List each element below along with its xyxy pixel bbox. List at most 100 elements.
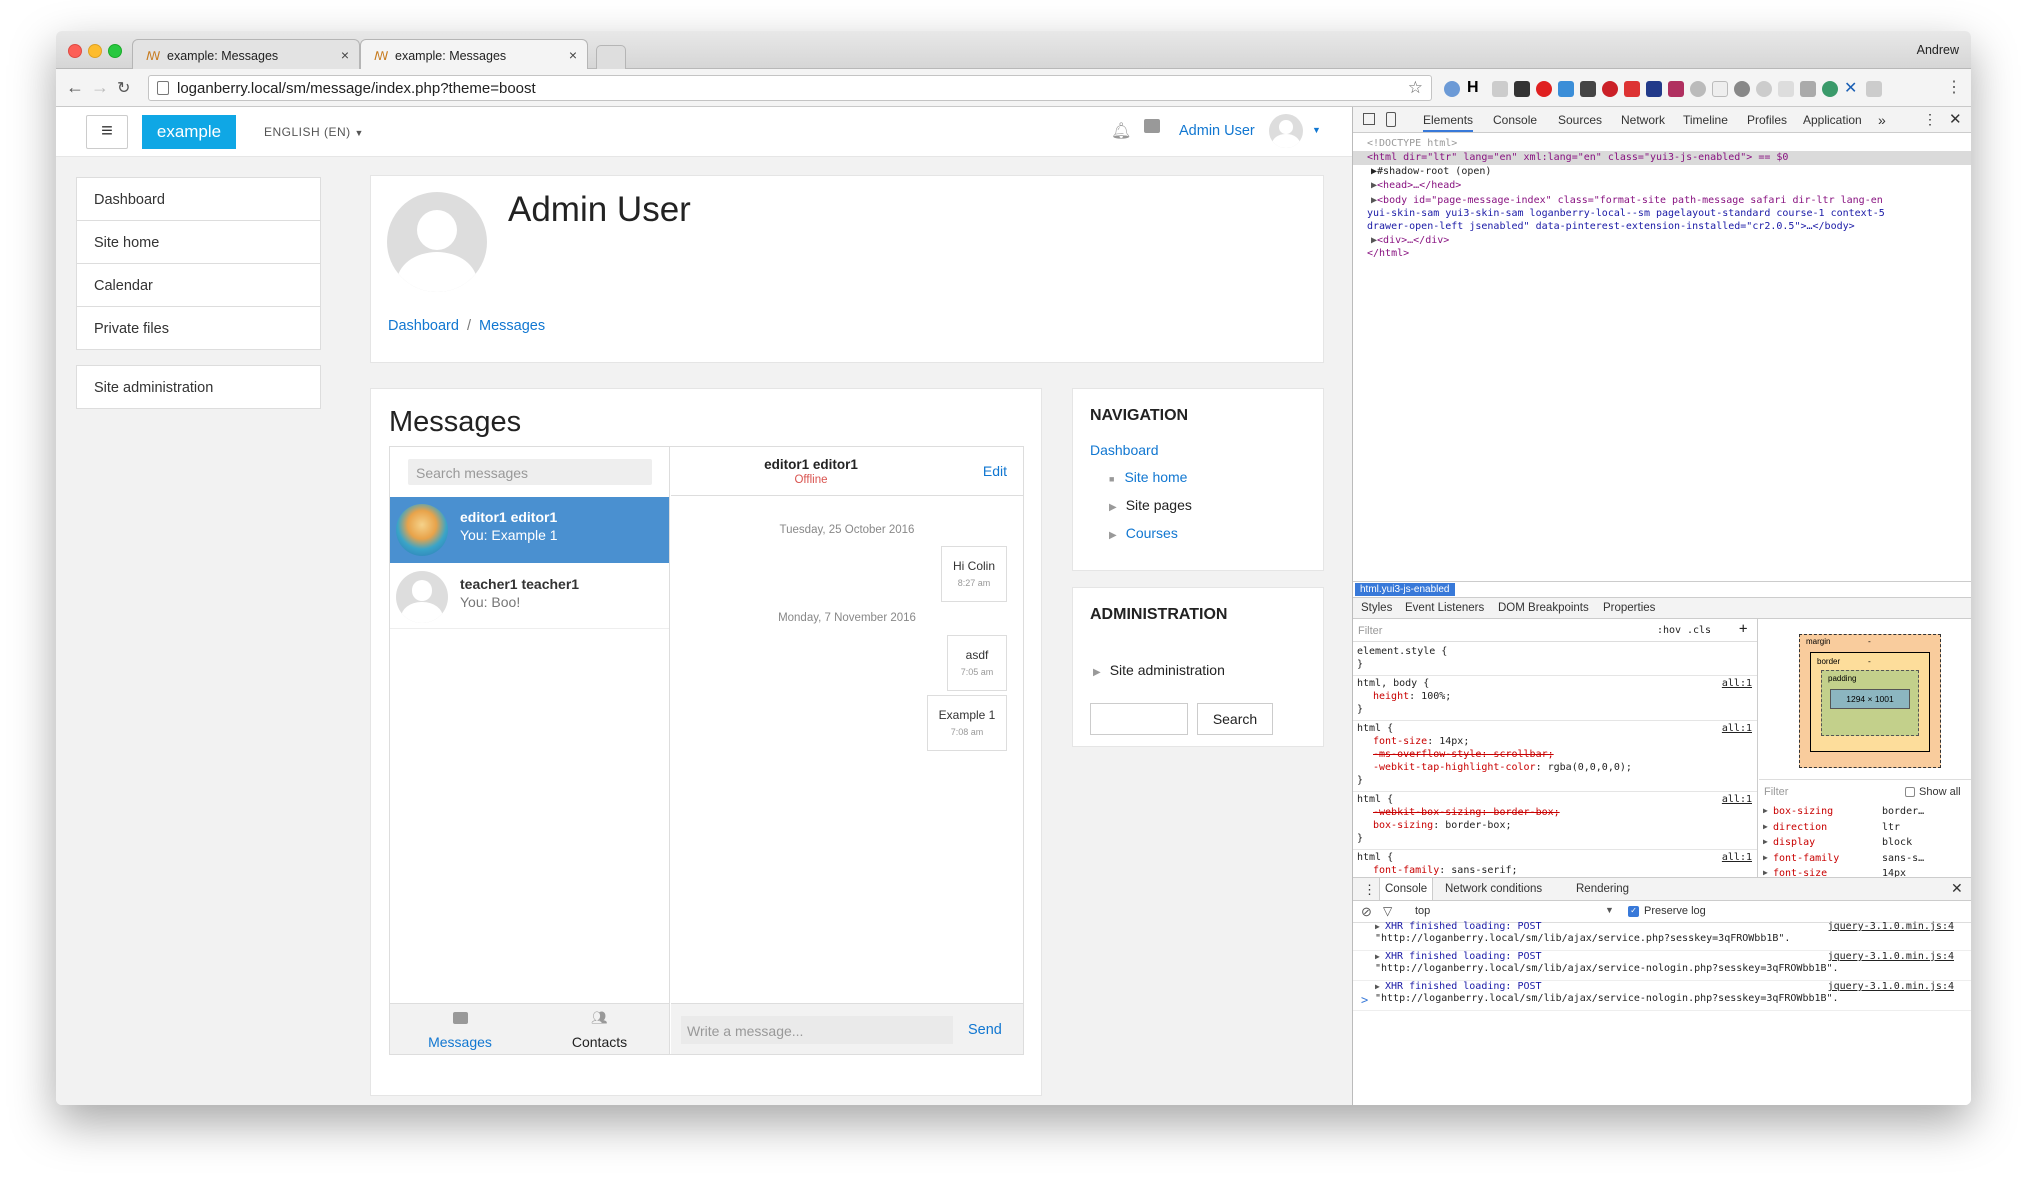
extension-icon[interactable] — [1444, 81, 1460, 97]
extension-icon[interactable] — [1558, 81, 1574, 97]
extension-icon[interactable] — [1822, 81, 1838, 97]
page-info-icon[interactable] — [157, 81, 169, 95]
rule-selector[interactable]: html { — [1357, 852, 1393, 863]
browser-tab[interactable]: ꟿ example: Messages × — [132, 39, 360, 69]
drawer-close-icon[interactable]: ✕ — [1951, 880, 1963, 897]
console-url[interactable]: "http://loganberry.local/sm/lib/ajax/ser… — [1375, 963, 1839, 974]
extension-icon[interactable] — [1492, 81, 1508, 97]
expand-arrow-icon[interactable]: ▶ — [1375, 952, 1380, 961]
tab-event-listeners[interactable]: Event Listeners — [1405, 602, 1484, 614]
extension-icon[interactable] — [1756, 81, 1772, 97]
preserve-log-checkbox[interactable]: ✓ — [1628, 906, 1639, 917]
breadcrumb-messages[interactable]: Messages — [479, 318, 545, 334]
drawer-tab-network-conditions[interactable]: Network conditions — [1445, 883, 1542, 895]
notifications-bell-icon[interactable]: 🔔︎ — [1111, 121, 1131, 141]
tab-timeline[interactable]: Timeline — [1683, 113, 1728, 127]
dom-breadcrumb-item[interactable]: html.yui3-js-enabled — [1355, 583, 1455, 596]
conversation-item[interactable]: teacher1 teacher1 You: Boo! — [390, 563, 669, 629]
console-url[interactable]: "http://loganberry.local/sm/lib/ajax/ser… — [1375, 933, 1790, 944]
devtools-menu-icon[interactable]: ⋮ — [1923, 111, 1937, 128]
sidebar-item-site-administration[interactable]: Site administration — [76, 365, 321, 409]
dom-body[interactable]: ▶<body id="page-message-index" class="fo… — [1371, 195, 1883, 206]
computed-row[interactable]: ▶ direction ltr — [1759, 821, 1971, 836]
extension-icon[interactable] — [1690, 81, 1706, 97]
rule-selector[interactable]: html { — [1357, 723, 1393, 734]
sidebar-item-dashboard[interactable]: Dashboard — [76, 177, 321, 221]
computed-row[interactable]: ▶ font-family sans-s… — [1759, 852, 1971, 867]
extension-icon[interactable] — [1668, 81, 1684, 97]
extension-icon[interactable] — [1712, 81, 1728, 97]
tab-application[interactable]: Application — [1803, 113, 1862, 127]
rule-selector[interactable]: html { — [1357, 794, 1393, 805]
user-menu-name[interactable]: Admin User — [1179, 123, 1255, 139]
message-input[interactable]: Write a message... — [681, 1016, 953, 1044]
hov-toggle[interactable]: :hov — [1657, 625, 1681, 636]
style-declaration[interactable]: height: 100%; — [1373, 691, 1451, 702]
style-declaration[interactable]: font-size: 14px; — [1373, 736, 1469, 747]
console-source[interactable]: jquery-3.1.0.min.js:4 — [1828, 981, 1954, 992]
expand-arrow-icon[interactable]: ▶ — [1375, 982, 1380, 991]
extension-icon[interactable] — [1734, 81, 1750, 97]
search-messages-input[interactable]: Search messages — [408, 459, 652, 485]
style-declaration[interactable]: -webkit-box-sizing: border-box; — [1373, 807, 1560, 818]
breadcrumb-dashboard[interactable]: Dashboard — [388, 318, 459, 334]
close-window-icon[interactable] — [68, 44, 82, 58]
sidebar-item-calendar[interactable]: Calendar — [76, 263, 321, 307]
device-toolbar-icon[interactable] — [1386, 112, 1396, 127]
style-declaration[interactable]: font-family: sans-serif; — [1373, 865, 1518, 876]
admin-search-button[interactable]: Search — [1197, 703, 1273, 735]
admin-site-administration[interactable]: ▶ Site administration — [1093, 662, 1225, 678]
sidebar-item-site-home[interactable]: Site home — [76, 220, 321, 264]
console-source[interactable]: jquery-3.1.0.min.js:4 — [1828, 921, 1954, 932]
user-menu-caret-icon[interactable]: ▼ — [1312, 125, 1321, 135]
bookmark-star-icon[interactable]: ☆ — [1408, 78, 1423, 98]
context-selector[interactable]: top — [1415, 905, 1430, 917]
nav-dashboard-link[interactable]: Dashboard — [1090, 442, 1159, 458]
forward-icon[interactable]: → — [91, 77, 109, 98]
tab-properties[interactable]: Properties — [1603, 602, 1655, 614]
address-bar[interactable]: loganberry.local/sm/message/index.php?th… — [148, 75, 1432, 101]
extension-icon[interactable] — [1866, 81, 1882, 97]
edit-button[interactable]: Edit — [983, 463, 1007, 479]
admin-search-input[interactable] — [1090, 703, 1188, 735]
new-style-rule-icon[interactable]: + — [1739, 621, 1747, 637]
tab-close-icon[interactable]: × — [569, 47, 577, 63]
back-icon[interactable]: ← — [66, 77, 84, 98]
clear-console-icon[interactable]: ⊘ — [1361, 904, 1372, 920]
extension-icon[interactable] — [1778, 81, 1794, 97]
devtools-close-icon[interactable]: ✕ — [1949, 110, 1962, 128]
drawer-menu-icon[interactable]: ⋮ — [1363, 882, 1376, 898]
context-dropdown-icon[interactable]: ▼ — [1605, 905, 1614, 915]
rule-selector[interactable]: html, body { — [1357, 678, 1429, 689]
tab-dom-breakpoints[interactable]: DOM Breakpoints — [1498, 602, 1589, 614]
profile-name[interactable]: Andrew — [1917, 43, 1959, 57]
extension-icon[interactable] — [1624, 81, 1640, 97]
minimize-window-icon[interactable] — [88, 44, 102, 58]
extension-icon[interactable] — [1580, 81, 1596, 97]
extension-h-icon[interactable]: H — [1467, 79, 1483, 96]
console-prompt[interactable]: > — [1361, 993, 1368, 1007]
drawer-tab-console[interactable]: Console — [1379, 878, 1434, 900]
style-declaration[interactable]: -webkit-tap-highlight-color: rgba(0,0,0,… — [1373, 762, 1632, 773]
filter-funnel-icon[interactable]: ▽ — [1383, 904, 1392, 918]
extension-icon[interactable] — [1646, 81, 1662, 97]
styles-filter-input[interactable]: Filter — [1358, 625, 1382, 637]
new-tab-button[interactable] — [596, 45, 626, 69]
tab-sources[interactable]: Sources — [1558, 113, 1602, 127]
tab-messages[interactable]: Messages — [390, 1004, 530, 1055]
messages-chat-icon[interactable] — [1144, 119, 1160, 133]
maximize-window-icon[interactable] — [108, 44, 122, 58]
nav-courses[interactable]: ▶ Courses — [1109, 525, 1178, 541]
dom-shadow-root[interactable]: ▶#shadow-root (open) — [1371, 166, 1491, 177]
extension-icon[interactable] — [1514, 81, 1530, 97]
extension-icon[interactable]: ✕ — [1844, 78, 1860, 97]
expand-arrow-icon[interactable]: ▶ — [1375, 922, 1380, 931]
sidebar-item-private-files[interactable]: Private files — [76, 306, 321, 350]
send-button[interactable]: Send — [968, 1022, 1002, 1038]
browser-menu-icon[interactable]: ⋮ — [1946, 77, 1962, 97]
user-avatar[interactable] — [1269, 114, 1303, 148]
reload-icon[interactable]: ↻ — [117, 78, 130, 98]
drawer-toggle-button[interactable]: ≡ — [86, 115, 128, 149]
computed-row[interactable]: ▶ box-sizing border… — [1759, 805, 1971, 820]
conversation-item-active[interactable]: editor1 editor1 You: Example 1 — [390, 497, 669, 563]
